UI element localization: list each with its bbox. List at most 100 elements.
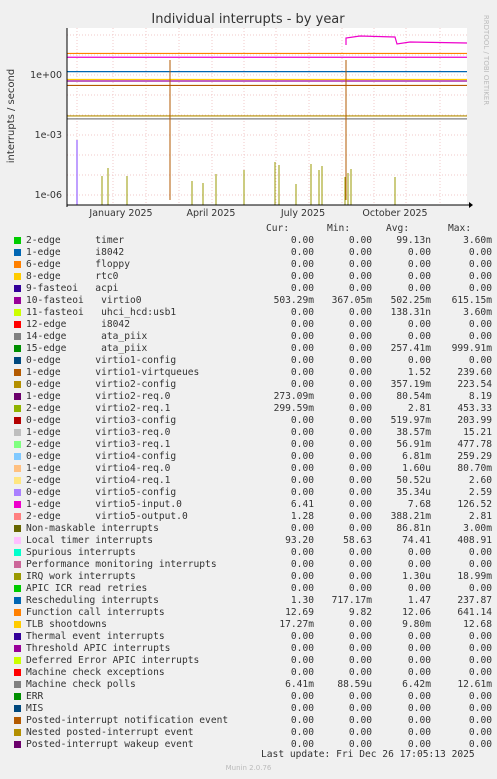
legend-avg: 38.57m: [396, 427, 431, 438]
legend-max: 259.29: [457, 451, 492, 462]
legend-max: 615.15m: [451, 295, 492, 306]
legend-label: 0-edge virtio4-config: [26, 451, 177, 462]
legend-swatch: [14, 513, 21, 520]
legend-avg: 0.00: [407, 355, 431, 366]
legend-label: 2-edge virtio2-req.1: [26, 403, 171, 414]
legend-avg: 0.00: [407, 655, 431, 666]
legend-swatch: [14, 561, 21, 568]
legend-max: 0.00: [468, 691, 492, 702]
legend-avg: 6.81m: [402, 451, 431, 462]
legend-label: 12-edge i8042: [26, 319, 130, 330]
legend-label: Nested posted-interrupt event: [26, 727, 194, 738]
legend-item: Machine check polls 6.41m 88.59u 6.42m 12.61…: [14, 679, 494, 691]
legend-max: 999.91m: [451, 343, 492, 354]
x-tick-label: October 2025: [362, 208, 427, 219]
legend-max: 3.60m: [463, 307, 492, 318]
legend-swatch: [14, 477, 21, 484]
legend-label: Spurious interrupts: [26, 547, 136, 558]
legend-avg: 0.00: [407, 271, 431, 282]
legend-swatch: [14, 417, 21, 424]
legend-item: 1-edge virtio4-req.0 0.00 0.00 1.60u 80.70m: [14, 463, 494, 475]
legend-item: 14-edge ata_piix 0.00 0.00 0.00 0.00: [14, 331, 494, 343]
x-tick-label: April 2025: [187, 208, 236, 219]
legend-max: 223.54: [457, 379, 492, 390]
legend-max: 0.00: [468, 631, 492, 642]
legend-max: 0.00: [468, 643, 492, 654]
legend-label: 2-edge virtio5-output.0: [26, 511, 188, 522]
legend-avg: 7.68: [407, 499, 431, 510]
legend-label: Rescheduling interrupts: [26, 595, 159, 606]
legend-label: Deferred Error APIC interrupts: [26, 655, 200, 666]
legend-item: 1-edge virtio5-input.0 6.41 0.00 7.68 126.52: [14, 499, 494, 511]
legend-swatch: [14, 537, 21, 544]
legend-swatch: [14, 333, 21, 340]
legend-label: Machine check polls: [26, 679, 136, 690]
x-axis-arrow: [469, 202, 473, 208]
x-tick-labels: January 2025 April 2025 July 2025 October 2…: [88, 208, 427, 219]
legend-item: 15-edge ata_piix 0.00 0.00 257.41m 999.91m: [14, 343, 494, 355]
legend-avg: 6.42m: [402, 679, 431, 690]
legend-avg: 0.00: [407, 715, 431, 726]
legend-max: 0.00: [468, 331, 492, 342]
legend-label: 1-edge i8042: [26, 247, 125, 258]
munin-version: Munin 2.0.76: [225, 764, 272, 772]
legend-swatch: [14, 705, 21, 712]
legend-label: 6-edge floppy: [26, 259, 130, 270]
legend-label: 1-edge virtio2-req.0: [26, 391, 171, 402]
legend-max: 126.52: [457, 499, 492, 510]
legend-item: 0-edge virtio5-config 0.00 0.00 35.34u 2.59: [14, 487, 494, 499]
legend-label: 1-edge virtio3-req.0: [26, 427, 171, 438]
legend-label: APIC ICR read retries: [26, 583, 148, 594]
legend-avg: 12.06: [402, 607, 431, 618]
legend-avg: 138.31n: [390, 307, 431, 318]
legend-header-cur: Cur:: [266, 223, 290, 234]
legend-avg: 0.00: [407, 559, 431, 570]
legend-avg: 50.52u: [396, 475, 431, 486]
legend-item: 1-edge virtio1-virtqueues 0.00 0.00 1.52 239…: [14, 367, 494, 379]
legend-swatch: [14, 657, 21, 664]
legend-avg: 357.19m: [390, 379, 431, 390]
legend-item: 1-edge virtio3-req.0 0.00 0.00 38.57m 15.21: [14, 427, 494, 439]
legend-swatch: [14, 441, 21, 448]
legend-item: 2-edge virtio4-req.1 0.00 0.00 50.52u 2.60: [14, 475, 494, 487]
legend-swatch: [14, 681, 21, 688]
legend-item: Deferred Error APIC interrupts 0.00 0.00 0.…: [14, 655, 494, 667]
legend-label: 2-edge timer: [26, 235, 125, 246]
legend-avg: 0.00: [407, 703, 431, 714]
legend-swatch: [14, 453, 21, 460]
legend-max: 2.60: [468, 475, 492, 486]
legend-label: Thermal event interrupts: [26, 631, 165, 642]
legend-header-avg: Avg:: [386, 223, 410, 234]
legend-item: 0-edge virtio2-config 0.00 0.00 357.19m 223.…: [14, 379, 494, 391]
legend-label: 2-edge virtio3-req.1: [26, 439, 171, 450]
legend-label: 11-fasteoi uhci_hcd:usb1: [26, 307, 177, 318]
legend-avg: 0.00: [407, 319, 431, 330]
legend-max: 0.00: [468, 703, 492, 714]
legend-avg: 0.00: [407, 727, 431, 738]
legend-item: Posted-interrupt notification event 0.00 0…: [14, 715, 494, 727]
legend-max: 0.00: [468, 283, 492, 294]
x-tick-label: July 2025: [280, 208, 325, 219]
legend-swatch: [14, 669, 21, 676]
legend-item: 10-fasteoi virtio0 503.29m 367.05m 502.25m 6…: [14, 295, 494, 307]
legend-item: 9-fasteoi acpi 0.00 0.00 0.00 0.00: [14, 283, 494, 295]
legend-max: 0.00: [468, 319, 492, 330]
legend-swatch: [14, 321, 21, 328]
legend-swatch: [14, 525, 21, 532]
legend-swatch: [14, 369, 21, 376]
legend-avg: 502.25m: [390, 295, 431, 306]
legend-label: IRQ work interrupts: [26, 571, 136, 582]
legend-avg: 388.21m: [390, 511, 431, 522]
legend-max: 477.78: [457, 439, 492, 450]
legend-swatch: [14, 585, 21, 592]
legend-avg: 1.60u: [402, 463, 431, 474]
legend-max: 2.59: [468, 487, 492, 498]
legend-item: MIS 0.00 0.00 0.00 0.00: [14, 703, 494, 715]
legend-swatch: [14, 237, 21, 244]
legend-max: 0.00: [468, 559, 492, 570]
legend-avg: 0.00: [407, 331, 431, 342]
legend-swatch: [14, 345, 21, 352]
legend-swatch: [14, 357, 21, 364]
legend-max: 8.19: [468, 391, 492, 402]
legend-item: APIC ICR read retries 0.00 0.00 0.00 0.00: [14, 583, 494, 595]
